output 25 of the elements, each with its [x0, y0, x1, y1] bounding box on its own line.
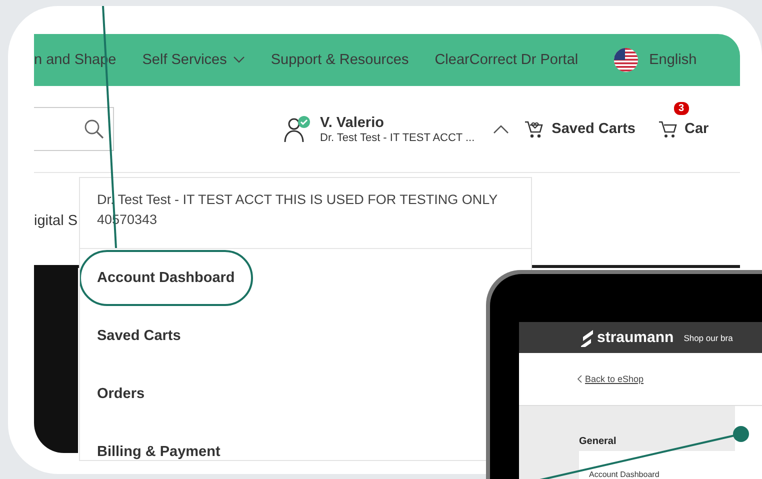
brand-logo-text: straumann — [597, 329, 674, 346]
logo-icon — [580, 328, 594, 346]
flag-icon — [614, 48, 638, 72]
menu-item[interactable]: Billing & Payment — [80, 424, 238, 460]
search-field[interactable] — [34, 107, 114, 151]
saved-carts-link[interactable]: Saved Carts — [522, 119, 636, 139]
menu-item[interactable]: Saved Carts — [80, 308, 199, 364]
sidebar-item[interactable]: Account Dashboard — [579, 451, 735, 479]
section-title: General — [579, 436, 618, 447]
nav-link[interactable]: Support & Resources — [270, 52, 409, 68]
back-link[interactable]: Back to eShop — [577, 374, 644, 384]
language-selector[interactable]: English — [614, 48, 697, 72]
menu-item[interactable]: Account Dashboard — [80, 250, 253, 306]
nav-link[interactable]: Self Services — [142, 52, 245, 68]
nav-text: igital S — [34, 213, 78, 229]
cart-icon — [658, 119, 678, 139]
search-icon — [84, 119, 104, 139]
chevron-up-icon[interactable] — [492, 124, 509, 134]
menu-item[interactable]: Orders — [80, 366, 163, 422]
chevron-left-icon — [577, 375, 582, 383]
heart-cart-icon — [522, 119, 545, 139]
nav-link[interactable]: Shop our bra — [684, 332, 733, 342]
user-account-button[interactable]: V. Valerio Dr. Test Test - IT TEST ACCT ... — [283, 114, 475, 144]
nav-link[interactable]: ClearCorrect Dr Portal — [434, 52, 578, 68]
cart-count-badge: 3 — [674, 102, 690, 115]
